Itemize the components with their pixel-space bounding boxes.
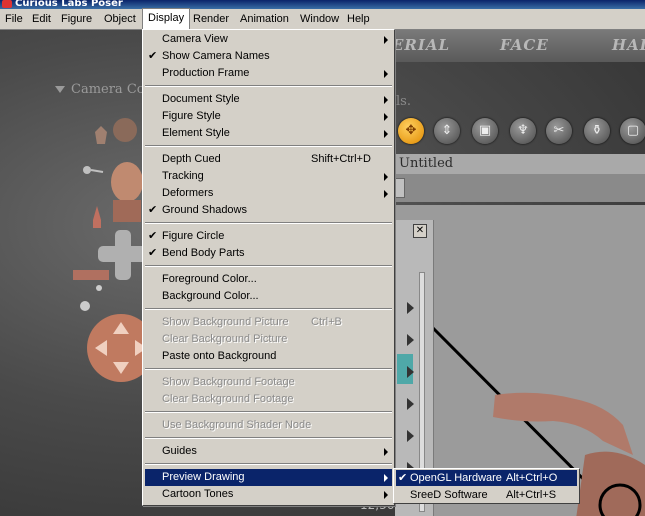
window-title-bar: Curious Labs Poser: [0, 0, 645, 9]
menu-item-use-background-shader: Use Background Shader Node: [162, 419, 312, 431]
taper-tool-icon[interactable]: ♆: [510, 118, 536, 144]
pointing-hand-icon[interactable]: [73, 270, 109, 280]
menu-item-element-style[interactable]: Element Style: [145, 125, 392, 142]
display-menu: Camera View ✔ Show Camera Names Productio…: [142, 29, 395, 506]
submenu-arrow-icon: [384, 474, 388, 482]
collapse-triangle-icon: [55, 86, 65, 93]
checkmark-icon: ✔: [148, 204, 158, 216]
camera-controls-label: Camera Co: [71, 82, 145, 97]
translate-tool-icon[interactable]: ✥: [398, 118, 424, 144]
submenu-arrow-icon: [384, 190, 388, 198]
checkmark-icon: ✔: [398, 472, 408, 484]
panel-arrow-icon[interactable]: [407, 366, 414, 378]
lights-label: ls.: [396, 94, 411, 109]
document-toolbar: [395, 174, 645, 202]
panel-arrow-icon[interactable]: [407, 302, 414, 314]
menu-window[interactable]: Window: [295, 9, 344, 29]
submenu-arrow-icon: [384, 130, 388, 138]
menu-item-figure-circle[interactable]: ✔ Figure Circle: [145, 228, 392, 245]
editing-tools: ✥ ⇕ ▣ ♆ ✂ ⚱ ▢: [396, 116, 645, 146]
menu-item-guides[interactable]: Guides: [145, 443, 392, 460]
menu-item-show-background-footage: Show Background Footage: [162, 376, 295, 388]
menu-figure[interactable]: Figure: [56, 9, 97, 29]
menu-file[interactable]: File: [0, 9, 28, 29]
menu-separator: [145, 368, 392, 370]
submenu-item-opengl-hardware[interactable]: ✔ OpenGL Hardware Alt+Ctrl+O: [396, 470, 577, 486]
scale-tool-icon[interactable]: ▣: [472, 118, 498, 144]
menu-item-background-color[interactable]: Background Color...: [145, 288, 392, 305]
menu-item-show-camera-names[interactable]: ✔ Show Camera Names: [145, 48, 392, 65]
room-tab-face[interactable]: FACE: [500, 36, 549, 54]
menu-item-production-frame[interactable]: Production Frame: [145, 65, 392, 82]
hand-icon[interactable]: [93, 206, 101, 228]
menu-item-clear-background-picture: Clear Background Picture: [162, 333, 288, 345]
room-tab-hair[interactable]: HAI: [612, 36, 645, 54]
document-toolbar-button[interactable]: [395, 178, 405, 198]
camera-controls-header[interactable]: Camera Co: [55, 82, 145, 97]
ball-icon: [80, 285, 102, 311]
menu-separator: [145, 308, 392, 310]
document-title-bar: Untitled: [395, 154, 645, 174]
submenu-arrow-icon: [384, 491, 388, 499]
submenu-arrow-icon: [384, 70, 388, 78]
menu-item-bend-body-parts[interactable]: ✔ Bend Body Parts: [145, 245, 392, 262]
submenu-arrow-icon: [384, 448, 388, 456]
head-camera-icon[interactable]: [113, 118, 137, 142]
color-tool-icon[interactable]: ⚱: [584, 118, 610, 144]
document-title: Untitled: [399, 156, 454, 171]
grouping-tool-icon[interactable]: ▢: [620, 118, 645, 144]
submenu-arrow-icon: [384, 173, 388, 181]
close-icon[interactable]: ✕: [413, 224, 427, 238]
checkmark-icon: ✔: [148, 50, 158, 62]
submenu-arrow-icon: [384, 36, 388, 44]
menu-bar: File Edit Figure Object Display Render A…: [0, 8, 645, 30]
menu-item-figure-style[interactable]: Figure Style: [145, 108, 392, 125]
menu-animation[interactable]: Animation: [235, 9, 294, 29]
face-camera-icon[interactable]: [111, 162, 143, 222]
menu-item-paste-onto-background[interactable]: Paste onto Background: [145, 348, 392, 365]
menu-item-preview-drawing[interactable]: Preview Drawing: [145, 469, 392, 486]
menu-separator: [145, 265, 392, 267]
menu-separator: [145, 145, 392, 147]
twist-tool-icon[interactable]: ⇕: [434, 118, 460, 144]
menu-display[interactable]: Display: [142, 8, 191, 29]
menu-help[interactable]: Help: [342, 9, 375, 29]
chain-break-tool-icon[interactable]: ✂: [546, 118, 572, 144]
room-tabs: ERIAL FACE HAI: [380, 30, 645, 62]
submenu-item-sreed-software[interactable]: SreeD Software Alt+Ctrl+S: [396, 487, 577, 503]
room-tab-material[interactable]: ERIAL: [392, 36, 450, 54]
menu-item-clear-background-footage: Clear Background Footage: [162, 393, 294, 405]
camera-controls-widget[interactable]: [55, 100, 155, 420]
panel-arrow-icon[interactable]: [407, 334, 414, 346]
window-title: Curious Labs Poser: [15, 0, 123, 9]
submenu-arrow-icon: [384, 113, 388, 121]
menu-item-depth-cued[interactable]: Depth Cued Shift+Ctrl+D: [145, 151, 392, 168]
checkmark-icon: ✔: [148, 247, 158, 259]
menu-item-ground-shadows[interactable]: ✔ Ground Shadows: [145, 202, 392, 219]
hand-camera-icon[interactable]: [95, 126, 107, 144]
menu-item-camera-view[interactable]: Camera View: [145, 31, 392, 48]
menu-item-tracking[interactable]: Tracking: [145, 168, 392, 185]
menu-item-deformers[interactable]: Deformers: [145, 185, 392, 202]
menu-separator: [145, 222, 392, 224]
preview-drawing-submenu: ✔ OpenGL Hardware Alt+Ctrl+O SreeD Softwar…: [393, 468, 580, 504]
checkmark-icon: ✔: [148, 230, 158, 242]
menu-item-foreground-color[interactable]: Foreground Color...: [145, 271, 392, 288]
menu-edit[interactable]: Edit: [27, 9, 56, 29]
menu-render[interactable]: Render: [188, 9, 234, 29]
menu-separator: [145, 437, 392, 439]
app-icon: [2, 0, 12, 8]
menu-item-document-style[interactable]: Document Style: [145, 91, 392, 108]
menu-separator: [145, 463, 392, 465]
menu-item-show-background-picture: Show Background Picture Ctrl+B: [162, 316, 342, 328]
key-icon[interactable]: [83, 166, 104, 174]
menu-item-cartoon-tones[interactable]: Cartoon Tones: [145, 486, 392, 503]
panel-arrow-icon[interactable]: [407, 430, 414, 442]
panel-arrow-icon[interactable]: [407, 398, 414, 410]
menu-object[interactable]: Object: [99, 9, 141, 29]
submenu-arrow-icon: [384, 96, 388, 104]
menu-separator: [145, 85, 392, 87]
menu-separator: [145, 411, 392, 413]
